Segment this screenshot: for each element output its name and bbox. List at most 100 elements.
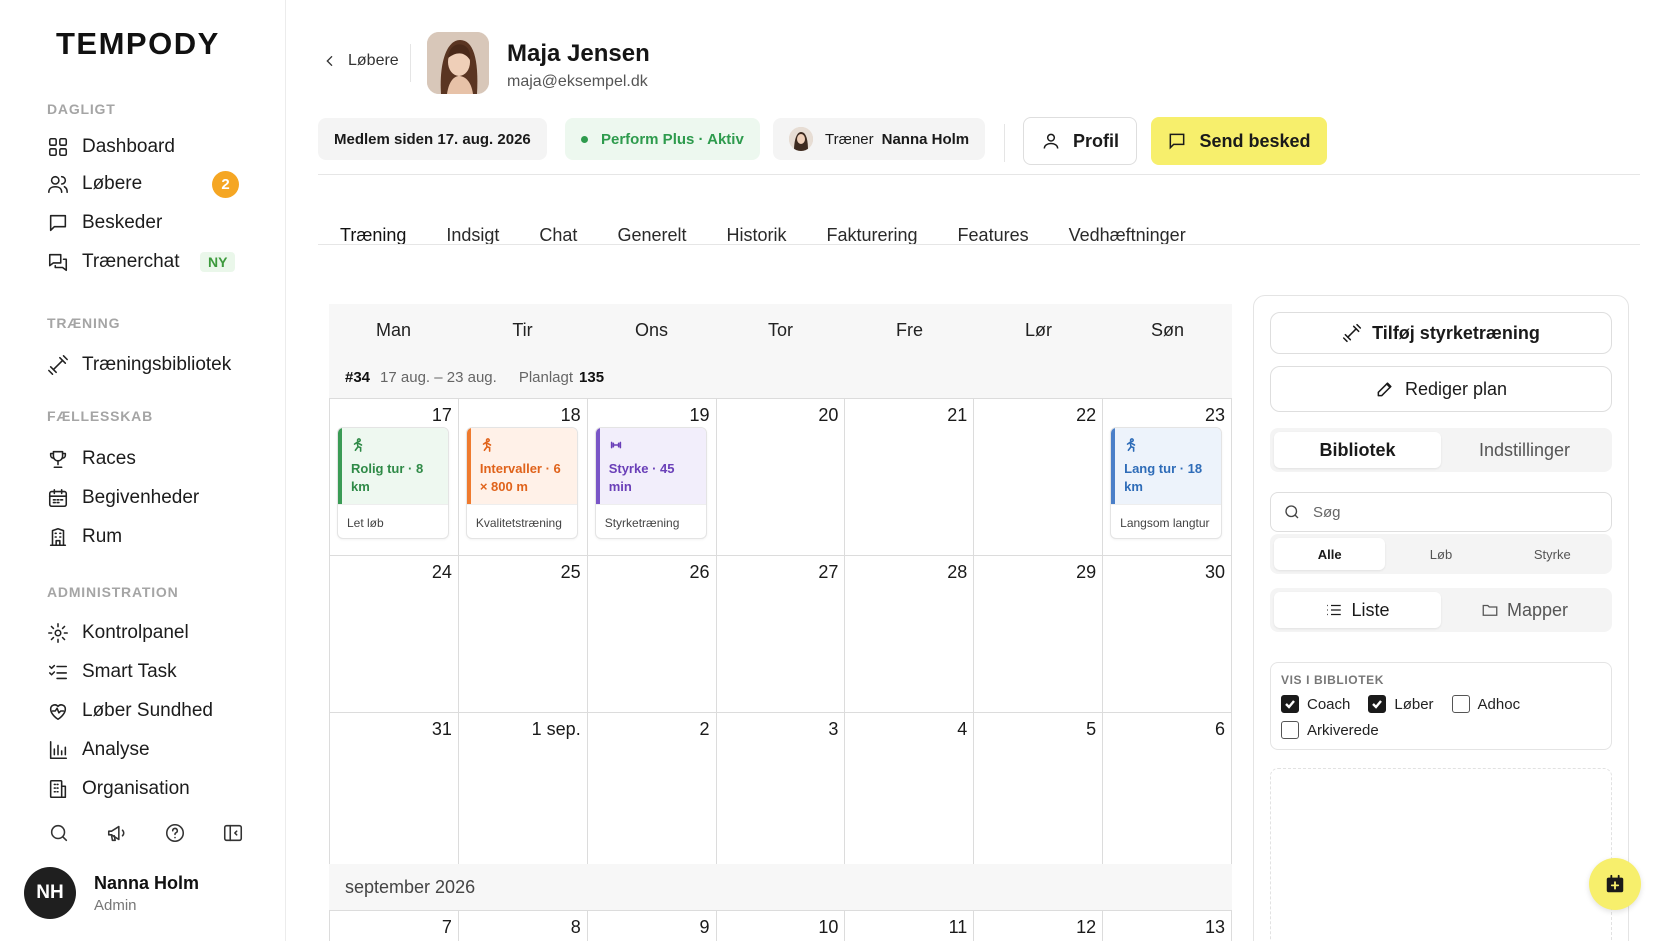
tab-fakturering[interactable]: Fakturering bbox=[807, 210, 938, 260]
view-liste[interactable]: Liste bbox=[1274, 592, 1441, 628]
checkbox-arkiverede[interactable]: Arkiverede bbox=[1281, 721, 1379, 739]
library-dropzone[interactable] bbox=[1270, 768, 1612, 941]
tab-vedhaeftninger[interactable]: Vedhæftninger bbox=[1049, 210, 1206, 260]
calendar-day[interactable]: 27 bbox=[716, 556, 846, 713]
calendar-day[interactable]: 26 bbox=[587, 556, 717, 713]
workout-card[interactable]: Styrke · 45 min Styrketræning bbox=[594, 427, 707, 539]
tab-chat[interactable]: Chat bbox=[519, 210, 597, 260]
library-search[interactable] bbox=[1270, 492, 1612, 532]
section-label-faellesskab: FÆLLESSKAB bbox=[47, 408, 153, 424]
edit-plan-button[interactable]: Rediger plan bbox=[1270, 366, 1612, 412]
sidebar-item-traenerchat[interactable]: Trænerchat NY bbox=[46, 246, 246, 278]
tab-traening[interactable]: Træning bbox=[318, 210, 426, 260]
profile-button[interactable]: Profil bbox=[1023, 117, 1137, 165]
calendar-day[interactable]: 29 bbox=[974, 556, 1104, 713]
day-number: 5 bbox=[1086, 719, 1097, 739]
tab-bibliotek[interactable]: Bibliotek bbox=[1274, 432, 1441, 468]
calendar-day[interactable]: 25 bbox=[458, 556, 588, 713]
checklist-icon bbox=[46, 660, 70, 684]
calendar-day[interactable]: 19 Styrke · 45 min Styrketræning bbox=[587, 399, 717, 556]
add-strength-button[interactable]: Tilføj styrketræning bbox=[1270, 312, 1612, 354]
sidebar-item-races[interactable]: Races bbox=[46, 443, 246, 475]
divider bbox=[318, 244, 1640, 245]
office-icon bbox=[46, 777, 70, 801]
tab-indsigt[interactable]: Indsigt bbox=[426, 210, 519, 260]
checkbox-coach[interactable]: Coach bbox=[1281, 695, 1350, 713]
calendar-day[interactable]: 30 bbox=[1103, 556, 1232, 713]
checkbox-lober[interactable]: Løber bbox=[1368, 695, 1434, 713]
calendar-day[interactable]: 24 bbox=[330, 556, 459, 713]
filter-styrke[interactable]: Styrke bbox=[1497, 538, 1608, 570]
workout-type: Kvalitetstræning bbox=[466, 504, 577, 538]
sidebar-item-lobere[interactable]: Løbere 2 bbox=[46, 168, 246, 200]
sidebar-item-analyse[interactable]: Analyse bbox=[46, 734, 246, 766]
calendar-day[interactable]: 11 bbox=[845, 911, 975, 941]
calendar-day[interactable]: 10 bbox=[716, 911, 846, 941]
send-message-label: Send besked bbox=[1199, 130, 1311, 151]
workout-card[interactable]: Lang tur · 18 km Langsom langtur bbox=[1110, 427, 1223, 539]
workout-card[interactable]: Rolig tur · 8 km Let løb bbox=[337, 427, 449, 539]
calendar-day[interactable]: 1 sep. bbox=[458, 713, 588, 870]
calendar-day[interactable]: 6 bbox=[1103, 713, 1232, 870]
weekday-label: Fre bbox=[896, 319, 923, 340]
calendar-day[interactable]: 12 bbox=[974, 911, 1104, 941]
day-number: 1 sep. bbox=[531, 719, 581, 739]
day-number: 3 bbox=[828, 719, 839, 739]
filter-lob[interactable]: Løb bbox=[1385, 538, 1496, 570]
calendar-day[interactable]: 5 bbox=[974, 713, 1104, 870]
calendar-action-button[interactable] bbox=[1589, 858, 1641, 910]
day-number: 31 bbox=[431, 719, 452, 739]
calendar-day[interactable]: 20 bbox=[716, 399, 846, 556]
megaphone-icon[interactable] bbox=[104, 820, 130, 846]
calendar-day[interactable]: 22 bbox=[974, 399, 1104, 556]
calendar-day[interactable]: 13 bbox=[1103, 911, 1232, 941]
search-input[interactable] bbox=[1313, 503, 1593, 521]
tab-features[interactable]: Features bbox=[938, 210, 1049, 260]
planned-value: 135 bbox=[579, 368, 605, 386]
calendar-day[interactable]: 28 bbox=[845, 556, 975, 713]
sidebar-item-lober-sundhed[interactable]: Løber Sundhed bbox=[46, 695, 246, 727]
sidebar-item-traeningsbibliotek[interactable]: Træningsbibliotek bbox=[46, 349, 246, 381]
dumbbell-icon bbox=[1343, 323, 1362, 343]
brand-logo[interactable]: TEMPODY bbox=[56, 26, 220, 62]
tab-generelt[interactable]: Generelt bbox=[597, 210, 706, 260]
building-icon bbox=[46, 525, 70, 549]
view-mapper-label: Mapper bbox=[1506, 599, 1569, 620]
week-summary: #34 17 aug. – 23 aug. Planlagt 135 bbox=[329, 356, 1232, 398]
sidebar-item-begivenheder[interactable]: Begivenheder bbox=[46, 482, 246, 514]
tab-indstillinger[interactable]: Indstillinger bbox=[1441, 432, 1608, 468]
filter-alle[interactable]: Alle bbox=[1274, 538, 1386, 570]
back-link[interactable]: Løbere bbox=[322, 52, 399, 70]
collapse-sidebar-icon[interactable] bbox=[220, 820, 246, 846]
tab-historik[interactable]: Historik bbox=[706, 210, 806, 260]
day-number: 13 bbox=[1204, 917, 1225, 937]
sidebar-item-kontrolpanel[interactable]: Kontrolpanel bbox=[46, 617, 246, 649]
checkbox-adhoc[interactable]: Adhoc bbox=[1451, 695, 1520, 713]
help-icon[interactable] bbox=[162, 820, 188, 846]
calendar-day[interactable]: 8 bbox=[458, 911, 588, 941]
calendar-day[interactable]: 21 bbox=[845, 399, 975, 556]
calendar-day[interactable]: 7 bbox=[330, 911, 459, 941]
user-icon bbox=[1043, 133, 1059, 149]
calendar-day[interactable]: 4 bbox=[845, 713, 975, 870]
sidebar-item-dashboard[interactable]: Dashboard bbox=[46, 131, 246, 163]
calendar-day[interactable]: 17 Rolig tur · 8 km Let løb bbox=[330, 399, 459, 556]
calendar-day[interactable]: 18 Intervaller · 6 × 800 m Kvalitetstræn… bbox=[458, 399, 588, 556]
calendar-day[interactable]: 9 bbox=[587, 911, 717, 941]
search-icon[interactable] bbox=[46, 820, 72, 846]
calendar-day[interactable]: 31 bbox=[330, 713, 459, 870]
view-mapper[interactable]: Mapper bbox=[1441, 592, 1608, 628]
calendar-day[interactable]: 3 bbox=[716, 713, 846, 870]
chat-icon bbox=[46, 250, 70, 274]
current-user[interactable]: NH Nanna Holm Admin bbox=[24, 866, 264, 920]
send-message-button[interactable]: Send besked bbox=[1151, 117, 1327, 165]
workout-card[interactable]: Intervaller · 6 × 800 m Kvalitetstræning bbox=[465, 427, 578, 539]
sidebar-item-beskeder[interactable]: Beskeder bbox=[46, 207, 246, 239]
sidebar-item-rum[interactable]: Rum bbox=[46, 521, 246, 553]
sidebar-item-label: Analyse bbox=[82, 739, 150, 760]
day-number: 19 bbox=[689, 405, 710, 425]
sidebar-item-smart-task[interactable]: Smart Task bbox=[46, 656, 246, 688]
calendar-day[interactable]: 23 Lang tur · 18 km Langsom langtur bbox=[1103, 399, 1232, 556]
sidebar-item-organisation[interactable]: Organisation bbox=[46, 773, 246, 805]
calendar-day[interactable]: 2 bbox=[587, 713, 717, 870]
